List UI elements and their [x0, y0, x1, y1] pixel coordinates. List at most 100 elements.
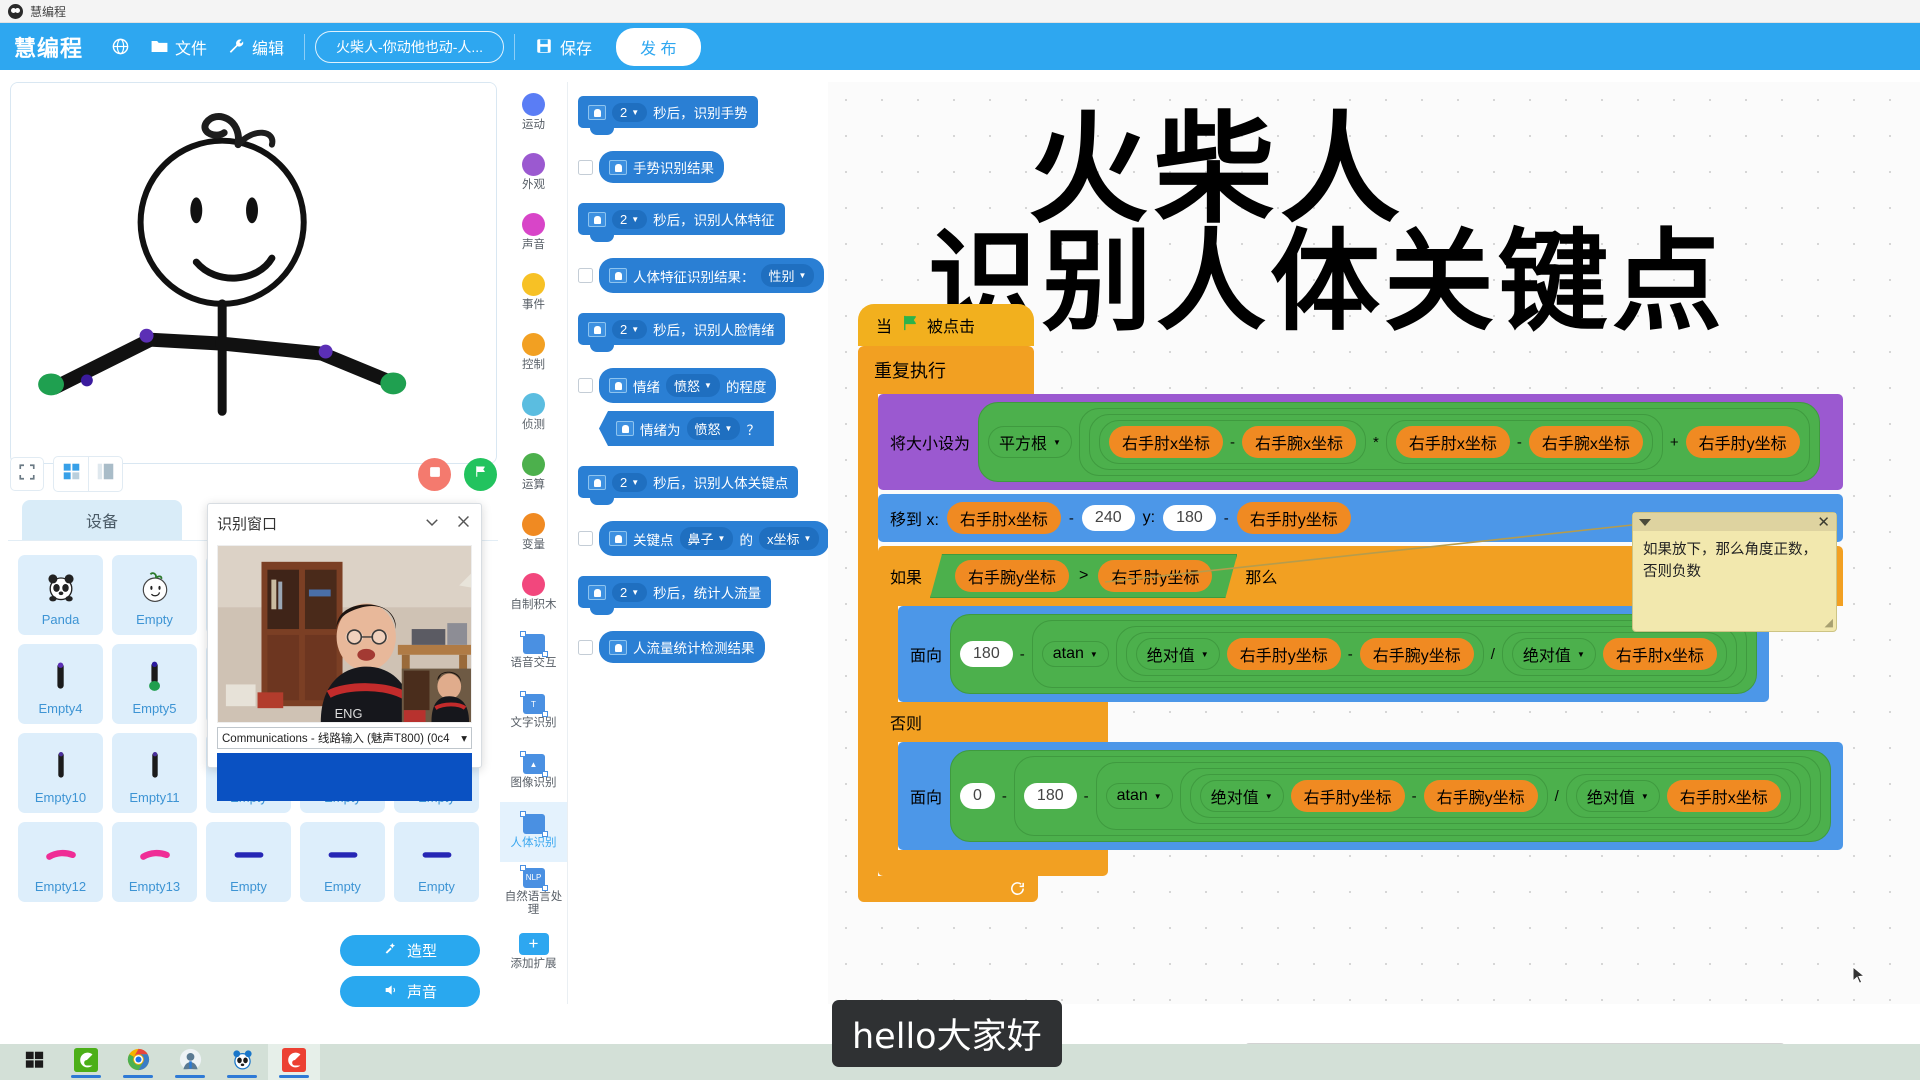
forever-block-header[interactable]: 重复执行 [858, 346, 1034, 394]
category-人体识别[interactable]: 人体识别 [500, 802, 567, 862]
palette-block[interactable]: 2 ▼ 秒后，识别人体关键点 [578, 466, 799, 505]
app-person[interactable] [164, 1044, 216, 1080]
category-文字识别[interactable]: T 文字识别 [500, 682, 567, 742]
category-控制[interactable]: 控制 [500, 322, 567, 382]
abs-dropdown-1[interactable]: 绝对值 ▼ [1199, 780, 1284, 812]
sprite-cell[interactable]: Panda [18, 555, 103, 635]
palette-block[interactable]: 2 ▼ 秒后，统计人流量 [578, 576, 772, 615]
option-dropdown[interactable]: 愤怒 ▼ [666, 374, 720, 397]
category-事件[interactable]: 事件 [500, 262, 567, 322]
abs-dropdown-2[interactable]: 绝对值 ▼ [1575, 780, 1660, 812]
costume-button[interactable]: 造型 [340, 935, 480, 966]
abs-operator-else-1[interactable]: 绝对值 ▼ 右手肘y坐标 - 右手腕y坐标 [1189, 774, 1548, 818]
variable-block[interactable]: 右手肘x坐标 [1666, 780, 1781, 812]
atan-operator-else[interactable]: atan ▼ 绝对值 ▼ 右手肘y坐标 - 右手腕y坐标 / 绝对值 ▼ 右手肘… [1095, 762, 1811, 830]
sprite-cell[interactable]: Empty10 [18, 733, 103, 813]
palette-block[interactable]: 2 ▼ 秒后，识别人体特征 [578, 203, 785, 242]
category-变量[interactable]: 变量 [500, 502, 567, 562]
close-icon[interactable]: ✕ [1817, 515, 1830, 530]
number-input[interactable]: 180 [960, 641, 1013, 667]
variable-block[interactable]: 右手肘x坐标 [1602, 638, 1717, 670]
else-row[interactable]: 否则 [878, 702, 1108, 742]
seconds-dropdown[interactable]: 2 ▼ [612, 582, 648, 602]
triangle-down-icon[interactable] [1639, 518, 1651, 526]
abs-operator-then-2[interactable]: 绝对值 ▼ 右手肘x坐标 [1501, 632, 1727, 676]
option-dropdown[interactable]: 性别 ▼ [760, 264, 815, 287]
palette-block[interactable]: 情绪 愤怒 ▼ 的程度 [599, 368, 777, 403]
variable-block[interactable]: 右手腕y坐标 [1359, 638, 1474, 670]
variable-block[interactable]: 右手腕y坐标 [955, 560, 1069, 592]
subtract-operator-outer-else[interactable]: 0 - 180 - atan ▼ 绝对值 ▼ 右手肘y坐标 - 右手腕y坐标 /… [950, 750, 1831, 842]
menu-file[interactable]: 文件 [140, 30, 217, 64]
block-monitor-checkbox[interactable] [578, 639, 593, 655]
category-运算[interactable]: 运算 [500, 442, 567, 502]
variable-block[interactable]: 右手肘y坐标 [1226, 638, 1341, 670]
when-flag-clicked-block[interactable]: 当 被点击 [858, 304, 1034, 346]
add-extension-button[interactable]: + 添加扩展 [500, 922, 567, 982]
layout-split-button[interactable] [54, 457, 88, 491]
palette-block[interactable]: 人流量统计检测结果 [599, 631, 765, 663]
category-运动[interactable]: 运动 [500, 82, 567, 142]
sprite-cell[interactable]: Empty [394, 822, 479, 902]
save-button[interactable]: 保存 [525, 30, 602, 64]
stage[interactable] [10, 82, 497, 464]
sprite-cell[interactable]: Empty13 [112, 822, 197, 902]
palette-block[interactable]: 情绪为 愤怒 ▼ ？ [599, 411, 774, 446]
close-icon[interactable] [455, 513, 472, 533]
category-语音交互[interactable]: 语音交互 [500, 622, 567, 682]
comment-note[interactable]: ✕ 如果放下，那么角度正数，否则负数 ◢ [1632, 512, 1837, 632]
sprite-cell[interactable]: Empty [206, 822, 291, 902]
point-towards-block-else[interactable]: 面向 0 - 180 - atan ▼ 绝对值 ▼ 右手肘y坐标 - 右手腕y坐… [898, 742, 1843, 850]
abs-operator-then-1[interactable]: 绝对值 ▼ 右手肘y坐标 - 右手腕y坐标 [1125, 632, 1484, 676]
block-monitor-checkbox[interactable] [578, 378, 593, 393]
variable-block[interactable]: 右手腕x坐标 [1528, 426, 1643, 458]
variable-block[interactable]: 右手肘y坐标 [1236, 502, 1351, 534]
fullscreen-button[interactable] [10, 457, 44, 491]
sprite-cell[interactable]: Empty12 [18, 822, 103, 902]
palette-block[interactable]: 2 ▼ 秒后，识别手势 [578, 96, 758, 135]
sprite-cell[interactable]: Empty [112, 555, 197, 635]
number-input[interactable]: 180 [1163, 505, 1216, 531]
sprite-cell[interactable]: Empty [300, 822, 385, 902]
sprite-cell[interactable]: Empty4 [18, 644, 103, 724]
abs-dropdown-1[interactable]: 绝对值 ▼ [1135, 638, 1220, 670]
seconds-dropdown[interactable]: 2 ▼ [612, 209, 648, 229]
variable-block[interactable]: 右手肘x坐标 [1395, 426, 1510, 458]
abs-dropdown-2[interactable]: 绝对值 ▼ [1511, 638, 1596, 670]
language-button[interactable] [101, 32, 140, 61]
greater-than-block[interactable]: 右手腕y坐标 > 右手肘y坐标 [930, 554, 1237, 598]
sqrt-operator-block[interactable]: 平方根 ▼ 右手肘x坐标 - 右手腕x坐标 * 右手肘x坐标 - 右手腕x坐标 … [978, 402, 1820, 482]
start-button[interactable] [8, 1044, 60, 1080]
sqrt-dropdown[interactable]: 平方根 ▼ [988, 426, 1072, 458]
app-red-c[interactable] [268, 1044, 320, 1080]
app-panda[interactable] [216, 1044, 268, 1080]
audio-device-select[interactable]: Communications - 线路输入 (魅声T800) (0c4 ▾ [217, 727, 472, 749]
palette-block[interactable]: 手势识别结果 [599, 151, 724, 183]
palette-block[interactable]: 关键点 鼻子 ▼ 的 x坐标 ▼ [599, 521, 828, 556]
atan-dropdown[interactable]: atan ▼ [1041, 641, 1109, 667]
project-name-field[interactable]: 火柴人-你动他也动-人... [315, 30, 505, 63]
variable-block[interactable]: 右手腕x坐标 [1241, 426, 1356, 458]
seconds-dropdown[interactable]: 2 ▼ [612, 319, 648, 339]
variable-block[interactable]: 右手肘y坐标 [1290, 780, 1405, 812]
category-声音[interactable]: 声音 [500, 202, 567, 262]
block-monitor-checkbox[interactable] [578, 268, 593, 283]
layout-large-button[interactable] [88, 457, 122, 491]
block-monitor-checkbox[interactable] [578, 531, 593, 546]
variable-block[interactable]: 右手肘y坐标 [1098, 560, 1212, 592]
stop-button[interactable] [418, 457, 451, 491]
resize-handle[interactable]: ◢ [1825, 616, 1833, 629]
diff-operator-block-2[interactable]: 右手肘x坐标 - 右手腕x坐标 [1385, 420, 1653, 464]
category-外观[interactable]: 外观 [500, 142, 567, 202]
divide-operator-else[interactable]: 绝对值 ▼ 右手肘y坐标 - 右手腕y坐标 / 绝对值 ▼ 右手肘x坐标 [1179, 768, 1801, 824]
sum-operator-block[interactable]: 右手肘x坐标 - 右手腕x坐标 * 右手肘x坐标 - 右手腕x坐标 + 右手肘y… [1078, 408, 1810, 476]
palette-block[interactable]: 2 ▼ 秒后，识别人脸情绪 [578, 313, 785, 352]
block-monitor-checkbox[interactable] [578, 159, 593, 175]
set-size-block[interactable]: 将大小设为 平方根 ▼ 右手肘x坐标 - 右手腕x坐标 * 右手肘x坐标 - 右… [878, 394, 1843, 490]
sprite-cell[interactable]: Empty5 [112, 644, 197, 724]
subtract-operator-inner-else[interactable]: 180 - atan ▼ 绝对值 ▼ 右手肘y坐标 - 右手腕y坐标 / 绝对值… [1013, 756, 1821, 836]
option-dropdown-2[interactable]: x坐标 ▼ [758, 527, 820, 550]
chevron-down-icon[interactable] [423, 513, 441, 534]
divide-operator-then[interactable]: 绝对值 ▼ 右手肘y坐标 - 右手腕y坐标 / 绝对值 ▼ 右手肘x坐标 [1115, 626, 1737, 682]
category-图像识别[interactable]: ▲ 图像识别 [500, 742, 567, 802]
